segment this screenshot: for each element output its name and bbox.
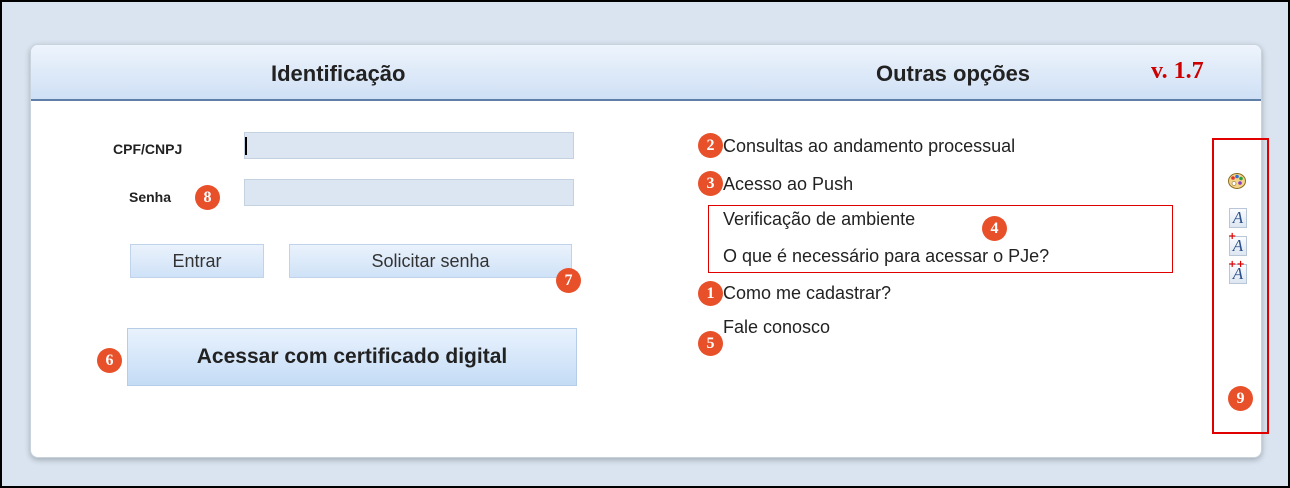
annotation-badge-6: 6 [97,348,122,373]
screenshot-frame: Identificação Outras opções v. 1.7 CPF/C… [0,0,1290,488]
text-caret [245,137,247,155]
senha-input[interactable] [244,179,574,206]
certificado-digital-button[interactable]: Acessar com certificado digital [127,328,577,386]
link-necessario[interactable]: O que é necessário para acessar o PJe? [723,246,1049,267]
annotation-badge-2: 2 [698,133,723,158]
cpf-label: CPF/CNPJ [113,141,183,157]
annotation-badge-5: 5 [698,331,723,356]
identificacao-title: Identificação [271,61,406,86]
annotation-badge-4: 4 [982,216,1007,241]
annotation-badge-1: 1 [698,281,723,306]
senha-label: Senha [129,189,172,205]
outras-opcoes-title: Outras opções [876,61,1031,86]
version-label: v. 1.7 [1151,58,1204,84]
annotation-badge-7: 7 [556,268,581,293]
link-fale-conosco[interactable]: Fale conosco [723,317,830,338]
link-cadastrar[interactable]: Como me cadastrar? [723,283,891,304]
cpf-input[interactable] [244,132,574,159]
link-push[interactable]: Acesso ao Push [723,174,853,195]
annotation-badge-3: 3 [698,171,723,196]
annotation-badge-8: 8 [195,185,220,210]
annotation-badge-9: 9 [1228,386,1253,411]
link-consultas[interactable]: Consultas ao andamento processual [723,136,1015,157]
link-verificacao[interactable]: Verificação de ambiente [723,209,915,230]
solicitar-senha-button[interactable]: Solicitar senha [289,244,572,278]
login-panel: Identificação Outras opções v. 1.7 CPF/C… [30,44,1262,458]
panel-header: Identificação Outras opções v. 1.7 [31,45,1261,101]
entrar-button[interactable]: Entrar [130,244,264,278]
